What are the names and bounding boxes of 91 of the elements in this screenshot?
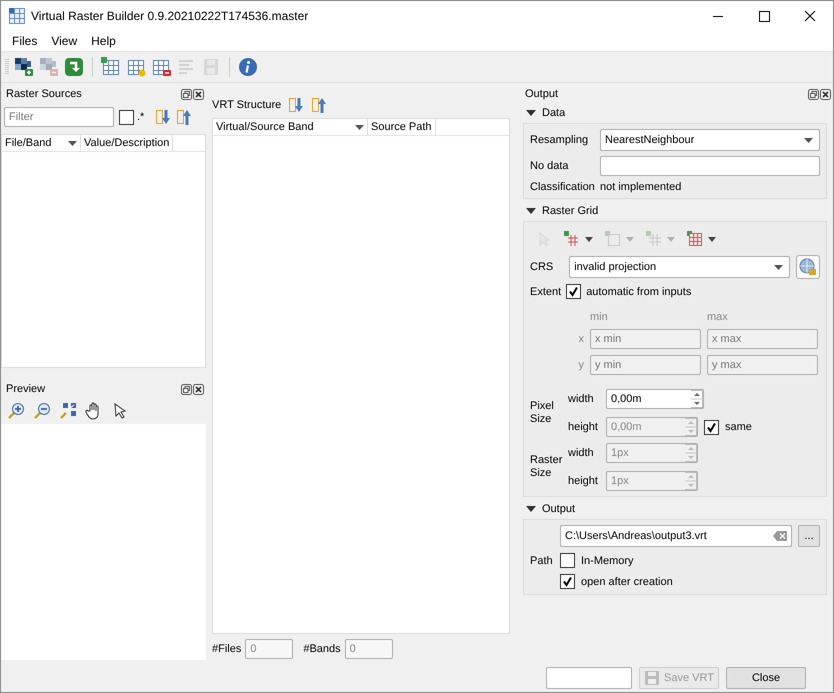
- sort-arrow-icon: [68, 140, 77, 146]
- column-header[interactable]: Virtual/Source Band: [213, 119, 368, 135]
- checkbox[interactable]: [560, 574, 575, 589]
- checkbox[interactable]: [119, 110, 134, 124]
- caret-icon[interactable]: [708, 236, 716, 242]
- toolbar-grip[interactable]: [5, 57, 9, 77]
- column-label: max: [707, 311, 729, 323]
- count-label: #Bands: [303, 643, 341, 655]
- sort-arrow-icon: [355, 124, 364, 130]
- spin-arrows-icon[interactable]: [691, 390, 703, 408]
- pixel-width-spinbox[interactable]: 0,00m: [606, 389, 704, 409]
- field-label: Classification: [530, 181, 596, 193]
- field-label: height: [568, 421, 599, 433]
- zoom-out-icon[interactable]: [33, 402, 51, 420]
- caret-icon[interactable]: [585, 236, 593, 242]
- panel-title: VRT Structure: [212, 99, 282, 111]
- reload-icon[interactable]: [64, 57, 84, 77]
- crs-dropdown[interactable]: invalid projection: [569, 256, 790, 278]
- column-header[interactable]: Value/Description: [81, 135, 174, 151]
- remove-band-icon[interactable]: [151, 57, 171, 77]
- expand-icon[interactable]: [288, 97, 304, 113]
- field-label: Extent: [530, 286, 562, 298]
- zoom-full-icon[interactable]: [59, 402, 77, 420]
- row-label: x: [578, 333, 584, 345]
- field-label: Pixel Size: [530, 400, 555, 426]
- collapse-icon[interactable]: [176, 109, 192, 125]
- row-label: y: [578, 359, 584, 371]
- checkbox-label: In-Memory: [581, 554, 634, 566]
- section-title[interactable]: Data: [542, 107, 566, 119]
- field-label: Resampling: [530, 134, 590, 146]
- field-label: CRS: [530, 261, 554, 273]
- panel-title: Output: [525, 88, 558, 100]
- raster-sources-tree[interactable]: File/Band Value/Description: [1, 134, 206, 368]
- close-icon[interactable]: [820, 88, 831, 100]
- column-header[interactable]: File/Band: [2, 135, 81, 151]
- checkbox[interactable]: [566, 284, 582, 299]
- regex-label: .*: [137, 111, 144, 123]
- collapse-arrow-icon[interactable]: [526, 206, 536, 216]
- grid-tool-button[interactable]: [561, 229, 596, 249]
- add-raster-icon[interactable]: [14, 57, 34, 77]
- collapse-arrow-icon[interactable]: [526, 504, 536, 514]
- column-label: min: [590, 311, 609, 323]
- resampling-dropdown[interactable]: NearestNeighbour: [600, 129, 820, 151]
- sort-arrow-icon: [804, 138, 813, 142]
- column-header[interactable]: Source Path: [368, 119, 436, 135]
- nodata-field[interactable]: [600, 156, 820, 176]
- count-label: #Files: [212, 643, 242, 655]
- checkbox-label: automatic from inputs: [586, 286, 692, 298]
- panel-title: Raster Sources: [6, 88, 82, 100]
- panel-title: Preview: [6, 383, 46, 395]
- section-title[interactable]: Output: [542, 503, 576, 515]
- field-label: Path: [530, 554, 554, 566]
- filter-field[interactable]: Filter: [4, 107, 114, 127]
- grid-tool-button[interactable]: [684, 229, 719, 249]
- float-icon[interactable]: [808, 88, 819, 100]
- checkbox-label: same: [725, 421, 752, 433]
- float-icon[interactable]: [181, 88, 192, 100]
- save-icon: [644, 670, 660, 686]
- field-label: width: [568, 447, 595, 459]
- menu-item[interactable]: Help: [84, 34, 123, 48]
- close-button[interactable]: Close: [726, 667, 806, 689]
- field-label: width: [568, 393, 595, 405]
- field-label: height: [568, 475, 599, 487]
- close-icon[interactable]: [193, 88, 204, 100]
- field-label: Raster Size: [530, 454, 564, 480]
- clear-icon[interactable]: [773, 531, 787, 541]
- menu-item[interactable]: View: [44, 34, 84, 48]
- field-label: No data: [530, 160, 570, 172]
- text-field[interactable]: [546, 667, 632, 689]
- vrt-structure-tree[interactable]: Virtual/Source Band Source Path: [212, 118, 510, 634]
- checkbox[interactable]: [560, 553, 575, 568]
- browse-button[interactable]: ...: [798, 525, 820, 547]
- new-grid-icon[interactable]: [101, 57, 121, 77]
- checkbox[interactable]: [704, 420, 719, 434]
- select-crs-button[interactable]: [796, 255, 820, 279]
- app-icon: [9, 8, 25, 24]
- classification-value: not implemented: [600, 181, 682, 193]
- float-icon[interactable]: [181, 384, 192, 394]
- checkbox-label: open after creation: [581, 576, 673, 588]
- close-icon[interactable]: [193, 384, 204, 394]
- collapse-arrow-icon[interactable]: [526, 108, 536, 118]
- add-band-icon[interactable]: [126, 57, 146, 77]
- path-field[interactable]: C:\Users\Andreas\output3.vrt: [560, 525, 792, 547]
- expand-icon[interactable]: [155, 109, 172, 125]
- zoom-in-icon[interactable]: [7, 402, 25, 420]
- window-title: Virtual Raster Builder 0.9.20210222T174536.master: [31, 9, 310, 23]
- menu-item[interactable]: Files: [5, 34, 44, 48]
- section-title[interactable]: Raster Grid: [542, 205, 598, 217]
- sort-arrow-icon: [774, 264, 783, 270]
- collapse-icon[interactable]: [311, 97, 328, 113]
- info-icon[interactable]: [238, 57, 258, 77]
